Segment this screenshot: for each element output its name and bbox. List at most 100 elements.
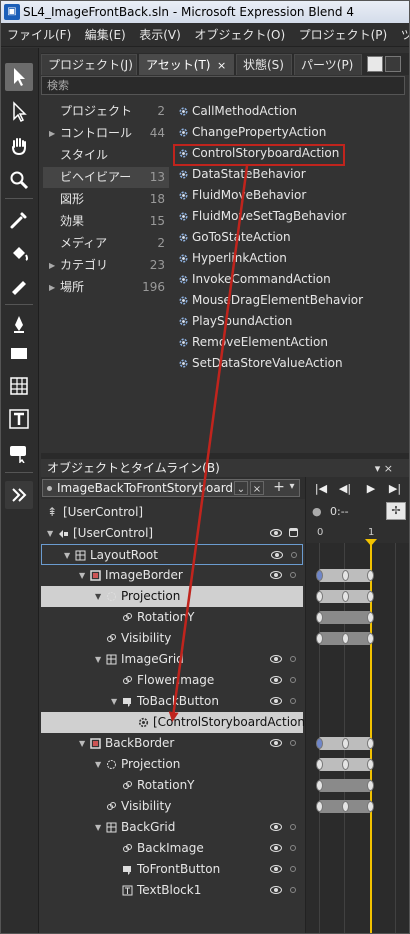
paint-bucket-tool[interactable]	[5, 239, 33, 267]
lock-toggle-icon[interactable]	[290, 824, 296, 830]
pan-tool[interactable]	[5, 132, 33, 160]
visibility-eye-icon[interactable]	[270, 529, 282, 537]
keyframe-marker[interactable]	[316, 780, 323, 791]
category-item[interactable]: ▶ 場所 196	[43, 277, 169, 298]
tab-assets[interactable]: アセット(T) ×	[139, 54, 234, 75]
behavior-item[interactable]: GoToStateAction	[173, 227, 405, 248]
tree-row[interactable]: FlowerImage	[41, 670, 303, 691]
direct-selection-tool[interactable]	[5, 98, 33, 126]
menu-view[interactable]: 表示(V)	[133, 23, 185, 46]
tree-row[interactable]: ▼ ToBackButton	[41, 691, 303, 712]
go-to-start-icon[interactable]: |◀	[314, 482, 328, 496]
tree-row[interactable]: RotationY	[41, 607, 303, 628]
gradient-tool[interactable]	[5, 272, 33, 300]
expand-arrow-icon[interactable]: ▼	[47, 523, 53, 544]
expand-arrow-icon[interactable]: ▼	[111, 691, 117, 712]
category-item[interactable]: ▶ コントロール 44	[43, 123, 169, 144]
category-item[interactable]: ビヘイビアー 13	[43, 167, 169, 188]
record-keyframe-icon[interactable]: ●	[312, 505, 322, 518]
category-item[interactable]: スタイル	[43, 145, 169, 166]
close-storyboard-icon[interactable]: ×	[250, 481, 264, 495]
keyframe-marker[interactable]	[316, 759, 323, 770]
keyframe-marker[interactable]	[342, 759, 349, 770]
keyframe-marker[interactable]	[316, 612, 323, 623]
keyframe-marker[interactable]	[342, 570, 349, 581]
keyframe-marker[interactable]	[342, 801, 349, 812]
tree-row[interactable]: ToFrontButton	[41, 859, 303, 880]
tree-row[interactable]: ▼ Projection	[41, 586, 303, 607]
grid-tool[interactable]	[5, 372, 33, 400]
scope-label[interactable]: [UserControl]	[63, 501, 143, 523]
category-item[interactable]: プロジェクト 2	[43, 101, 169, 122]
tree-row[interactable]: ▼ LayoutRoot	[41, 544, 303, 565]
visibility-eye-icon[interactable]	[270, 739, 282, 747]
keyframe-marker[interactable]	[367, 801, 374, 812]
behavior-item[interactable]: ChangePropertyAction	[173, 122, 405, 143]
keyframe-marker[interactable]	[316, 633, 323, 644]
behavior-item[interactable]: SetDataStoreValueAction	[173, 353, 405, 374]
keyframe-marker[interactable]	[367, 570, 374, 581]
previous-frame-icon[interactable]: ◀|	[338, 482, 352, 496]
tab-parts[interactable]: パーツ(P)	[294, 54, 362, 75]
keyframe-marker[interactable]	[316, 738, 323, 749]
tree-row[interactable]: ▼ ImageBorder	[41, 565, 303, 586]
menu-tools[interactable]: ツール(	[395, 23, 409, 46]
pen-tool[interactable]	[5, 310, 33, 338]
visibility-eye-icon[interactable]	[270, 676, 282, 684]
tree-row[interactable]: [ControlStoryboardAction]	[41, 712, 310, 733]
keyframe-marker[interactable]	[367, 612, 374, 623]
category-item[interactable]: メディア 2	[43, 233, 169, 254]
expand-arrow-icon[interactable]: ▼	[79, 733, 85, 754]
assets-button[interactable]	[5, 481, 33, 509]
keyframe-marker[interactable]	[342, 591, 349, 602]
eyedropper-tool[interactable]	[5, 206, 33, 234]
selection-tool[interactable]	[5, 63, 33, 91]
expand-arrow-icon[interactable]: ▶	[49, 255, 55, 276]
keyframe-marker[interactable]	[316, 801, 323, 812]
lock-toggle-icon[interactable]	[290, 656, 296, 662]
scope-up-icon[interactable]: ⇞	[47, 501, 57, 523]
lock-toggle-icon[interactable]	[290, 698, 296, 704]
keyframe-marker[interactable]	[367, 780, 374, 791]
tree-row[interactable]: ▼ Projection	[41, 754, 303, 775]
expand-arrow-icon[interactable]: ▶	[49, 277, 55, 298]
keyframe-marker[interactable]	[367, 591, 374, 602]
snap-icon[interactable]: ✢	[386, 502, 406, 520]
lock-toggle-icon[interactable]	[290, 845, 296, 851]
tree-row[interactable]: Visibility	[41, 796, 303, 817]
tree-row[interactable]: BackImage	[41, 838, 303, 859]
visibility-eye-icon[interactable]	[270, 886, 282, 894]
keyframe-marker[interactable]	[316, 570, 323, 581]
visibility-eye-icon[interactable]	[270, 865, 282, 873]
time-readout[interactable]: 0:--	[330, 505, 349, 518]
expand-arrow-icon[interactable]: ▼	[95, 817, 101, 838]
keyframe-marker[interactable]	[342, 738, 349, 749]
keyframe-marker[interactable]	[367, 738, 374, 749]
menu-project[interactable]: プロジェクト(P)	[293, 23, 392, 46]
lock-toggle-icon[interactable]	[290, 740, 296, 746]
tree-row[interactable]: ▼ BackGrid	[41, 817, 303, 838]
playhead-handle[interactable]	[365, 539, 377, 546]
expand-arrow-icon[interactable]: ▶	[49, 123, 55, 144]
expand-arrow-icon[interactable]: ▼	[79, 565, 85, 586]
lock-toggle-icon[interactable]	[290, 887, 296, 893]
next-frame-icon[interactable]: ▶|	[388, 482, 402, 496]
add-storyboard-icon[interactable]: +	[271, 479, 287, 497]
behavior-item[interactable]: MouseDragElementBehavior	[173, 290, 405, 311]
tree-row[interactable]: RotationY	[41, 775, 303, 796]
tree-row[interactable]: ▼ ImageGrid	[41, 649, 303, 670]
tree-row[interactable]: ▼ [UserControl]	[41, 523, 303, 544]
tree-row[interactable]: Visibility	[41, 628, 303, 649]
menu-edit[interactable]: 編集(E)	[79, 23, 130, 46]
expand-arrow-icon[interactable]: ▼	[64, 545, 70, 566]
keyframe-bar[interactable]	[319, 611, 371, 624]
list-view-icon[interactable]	[385, 56, 401, 72]
keyframe-marker[interactable]	[342, 633, 349, 644]
time-ruler[interactable]: 0 1	[306, 521, 409, 543]
behavior-item[interactable]: DataStateBehavior	[173, 164, 405, 185]
visibility-eye-icon[interactable]	[270, 571, 282, 579]
text-tool[interactable]	[5, 405, 33, 433]
zoom-tool[interactable]	[5, 166, 33, 194]
lock-toggle-icon[interactable]	[291, 552, 297, 558]
visibility-eye-icon[interactable]	[270, 697, 282, 705]
